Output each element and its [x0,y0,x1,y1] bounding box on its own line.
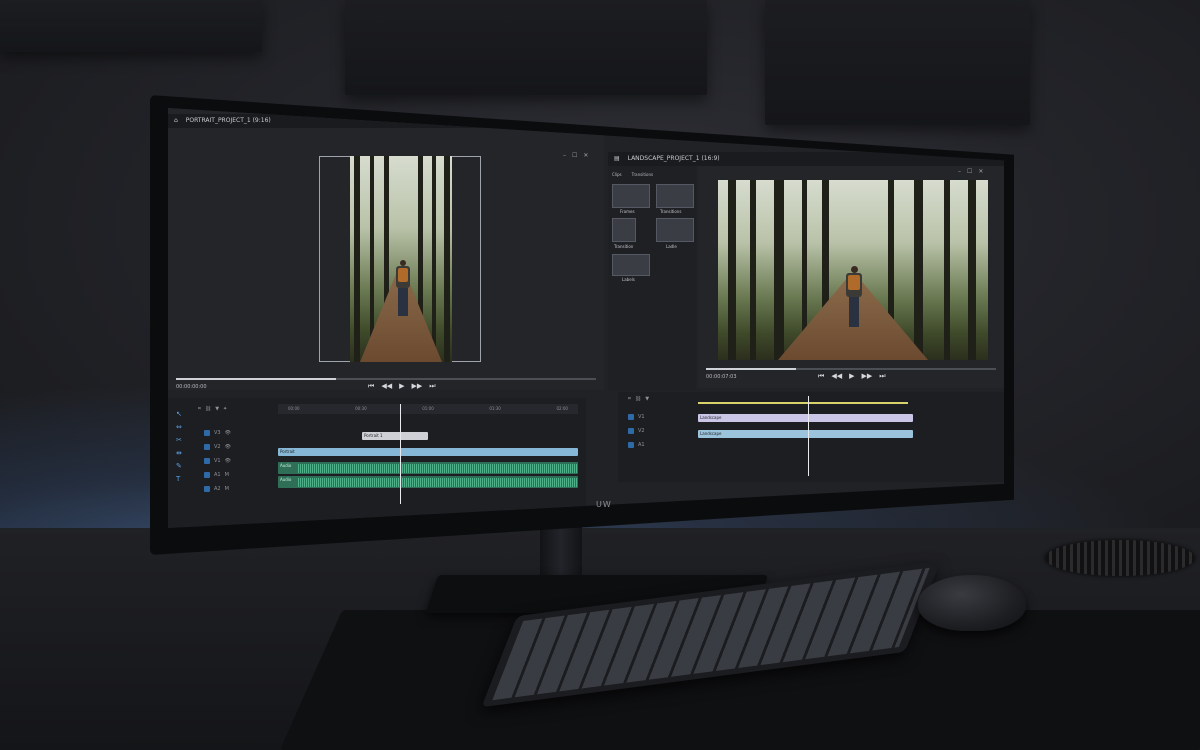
media-thumb-transition[interactable] [612,218,636,242]
media-label-frames: Frames [620,209,635,214]
right-track-header-v1: V1 [628,414,645,420]
maximize-button[interactable]: ☐ [967,168,972,175]
link-icon[interactable]: ⛓ [635,396,641,402]
left-transport-controls: ⏮ ◀◀ ▶ ▶▶ ⏭ [368,382,436,391]
right-clip-landscape-1[interactable]: Landscape [698,414,913,422]
left-editor-window: ⌂ PORTRAIT_PROJECT_1 (9:16) – ☐ ✕ 00:00:… [168,108,604,390]
skip-back-icon[interactable]: ⏮ [818,372,824,381]
monitor-screen: ⌂ PORTRAIT_PROJECT_1 (9:16) – ☐ ✕ 00:00:… [168,108,1004,528]
media-thumb-labels[interactable] [612,254,650,276]
play-icon[interactable]: ▶ [399,382,404,391]
skip-forward-icon[interactable]: ⏭ [429,382,435,391]
maximize-button[interactable]: ☐ [572,152,577,159]
audio-waveform-1 [298,464,578,473]
timeline-clip-portrait[interactable]: Portrait [278,448,578,456]
right-track-header-v2: V2 [628,428,645,434]
track-header-v1: V1 👁 [204,458,231,464]
audio-waveform-2 [298,478,578,487]
media-thumb-transitions[interactable] [656,184,694,208]
track-header-a1: A1 M [204,472,229,478]
acoustic-panel [345,0,707,95]
acoustic-panel [765,0,1030,125]
media-browser-panel: ▤ LANDSCAPE_PROJECT_1 (16:9) Clips Trans… [608,152,1004,390]
mouse [918,575,1026,631]
acoustic-panel [0,0,262,52]
marker-icon[interactable]: ▼ [645,396,649,402]
media-thumb-frames[interactable] [612,184,650,208]
timeline-clip-portrait1[interactable]: Portrait 1 [362,432,428,440]
left-window-title: PORTRAIT_PROJECT_1 (9:16) [185,117,271,124]
razor-tool-icon[interactable]: ✂ [176,436,182,444]
folder-icon[interactable]: ▤ [614,155,620,162]
wrench-icon[interactable]: ✦ [223,406,227,412]
left-timeline-toolbar: ⌗ ⛓ ▼ ✦ [198,406,227,412]
track-header-v3: V3 👁 [204,430,231,436]
right-timecode: 00:00:07:03 [706,374,737,380]
step-forward-icon[interactable]: ▶▶ [411,382,422,391]
media-tabs: Clips Transitions [612,172,653,177]
right-window-title: LANDSCAPE_PROJECT_1 (16:9) [627,155,720,162]
right-transport-controls: ⏮ ◀◀ ▶ ▶▶ ⏭ [818,372,886,381]
pen-tool-icon[interactable]: ✎ [176,462,182,470]
step-back-icon[interactable]: ◀◀ [831,372,842,381]
minimize-button[interactable]: – [958,168,961,175]
select-tool-icon[interactable]: ↖ [176,410,182,418]
monitor-logo: UW [596,500,612,509]
right-scrub-bar[interactable] [706,368,996,370]
ripple-tool-icon[interactable]: ⇔ [176,423,182,431]
minimize-button[interactable]: – [563,152,566,159]
left-window-controls: – ☐ ✕ [563,152,588,159]
media-thumb-ladle[interactable] [656,218,694,242]
skip-back-icon[interactable]: ⏮ [368,382,374,391]
media-label-labels: Labels [622,277,635,282]
snap-icon[interactable]: ⌗ [628,396,631,402]
portrait-preview [350,156,452,362]
left-timecode: 00:00:00:00 [176,384,207,390]
left-playhead[interactable] [400,404,401,504]
media-label-transition: Transition [614,244,634,249]
skip-forward-icon[interactable]: ⏭ [879,372,885,381]
right-timeline: ⌗ ⛓ ▼ V1 V2 A1 Landscape Landscape [618,392,1004,482]
home-icon[interactable]: ⌂ [174,117,178,124]
landscape-preview [718,180,988,360]
right-clip-landscape-2[interactable]: Landscape [698,430,913,438]
marker-icon[interactable]: ▼ [215,406,219,412]
link-icon[interactable]: ⛓ [205,406,211,412]
track-header-v2: V2 👁 [204,444,231,450]
coiled-cable [1045,540,1195,576]
close-button[interactable]: ✕ [978,168,983,175]
play-icon[interactable]: ▶ [849,372,854,381]
media-label-transitions: Transitions [660,209,682,214]
left-tool-column: ↖ ⇔ ✂ ⇹ ✎ T [176,410,182,483]
right-editor-window: – ☐ ✕ 00:00:07:03 ⏮ ◀◀ ▶ ▶▶ ⏭ [698,166,1004,388]
media-label-ladle: Ladle [666,244,677,249]
text-tool-icon[interactable]: T [176,475,182,483]
track-header-a2: A2 M [204,486,229,492]
left-ruler: 00:00 00:30 01:00 01:30 02:00 [278,404,578,414]
close-button[interactable]: ✕ [583,152,588,159]
right-window-controls: – ☐ ✕ [958,168,983,175]
slip-tool-icon[interactable]: ⇹ [176,449,182,457]
snap-icon[interactable]: ⌗ [198,406,201,412]
tab-transitions[interactable]: Transitions [632,172,653,177]
right-ruler-bar [698,402,908,404]
step-forward-icon[interactable]: ▶▶ [861,372,872,381]
left-timeline: ↖ ⇔ ✂ ⇹ ✎ T ⌗ ⛓ ▼ ✦ 00:00 00:30 01:00 01… [168,398,586,528]
right-track-header-a1: A1 [628,442,645,448]
step-back-icon[interactable]: ◀◀ [381,382,392,391]
right-playhead[interactable] [808,396,809,476]
left-scrub-bar[interactable] [176,378,596,380]
tab-clips[interactable]: Clips [612,172,622,177]
right-timeline-toolbar: ⌗ ⛓ ▼ [628,396,649,402]
